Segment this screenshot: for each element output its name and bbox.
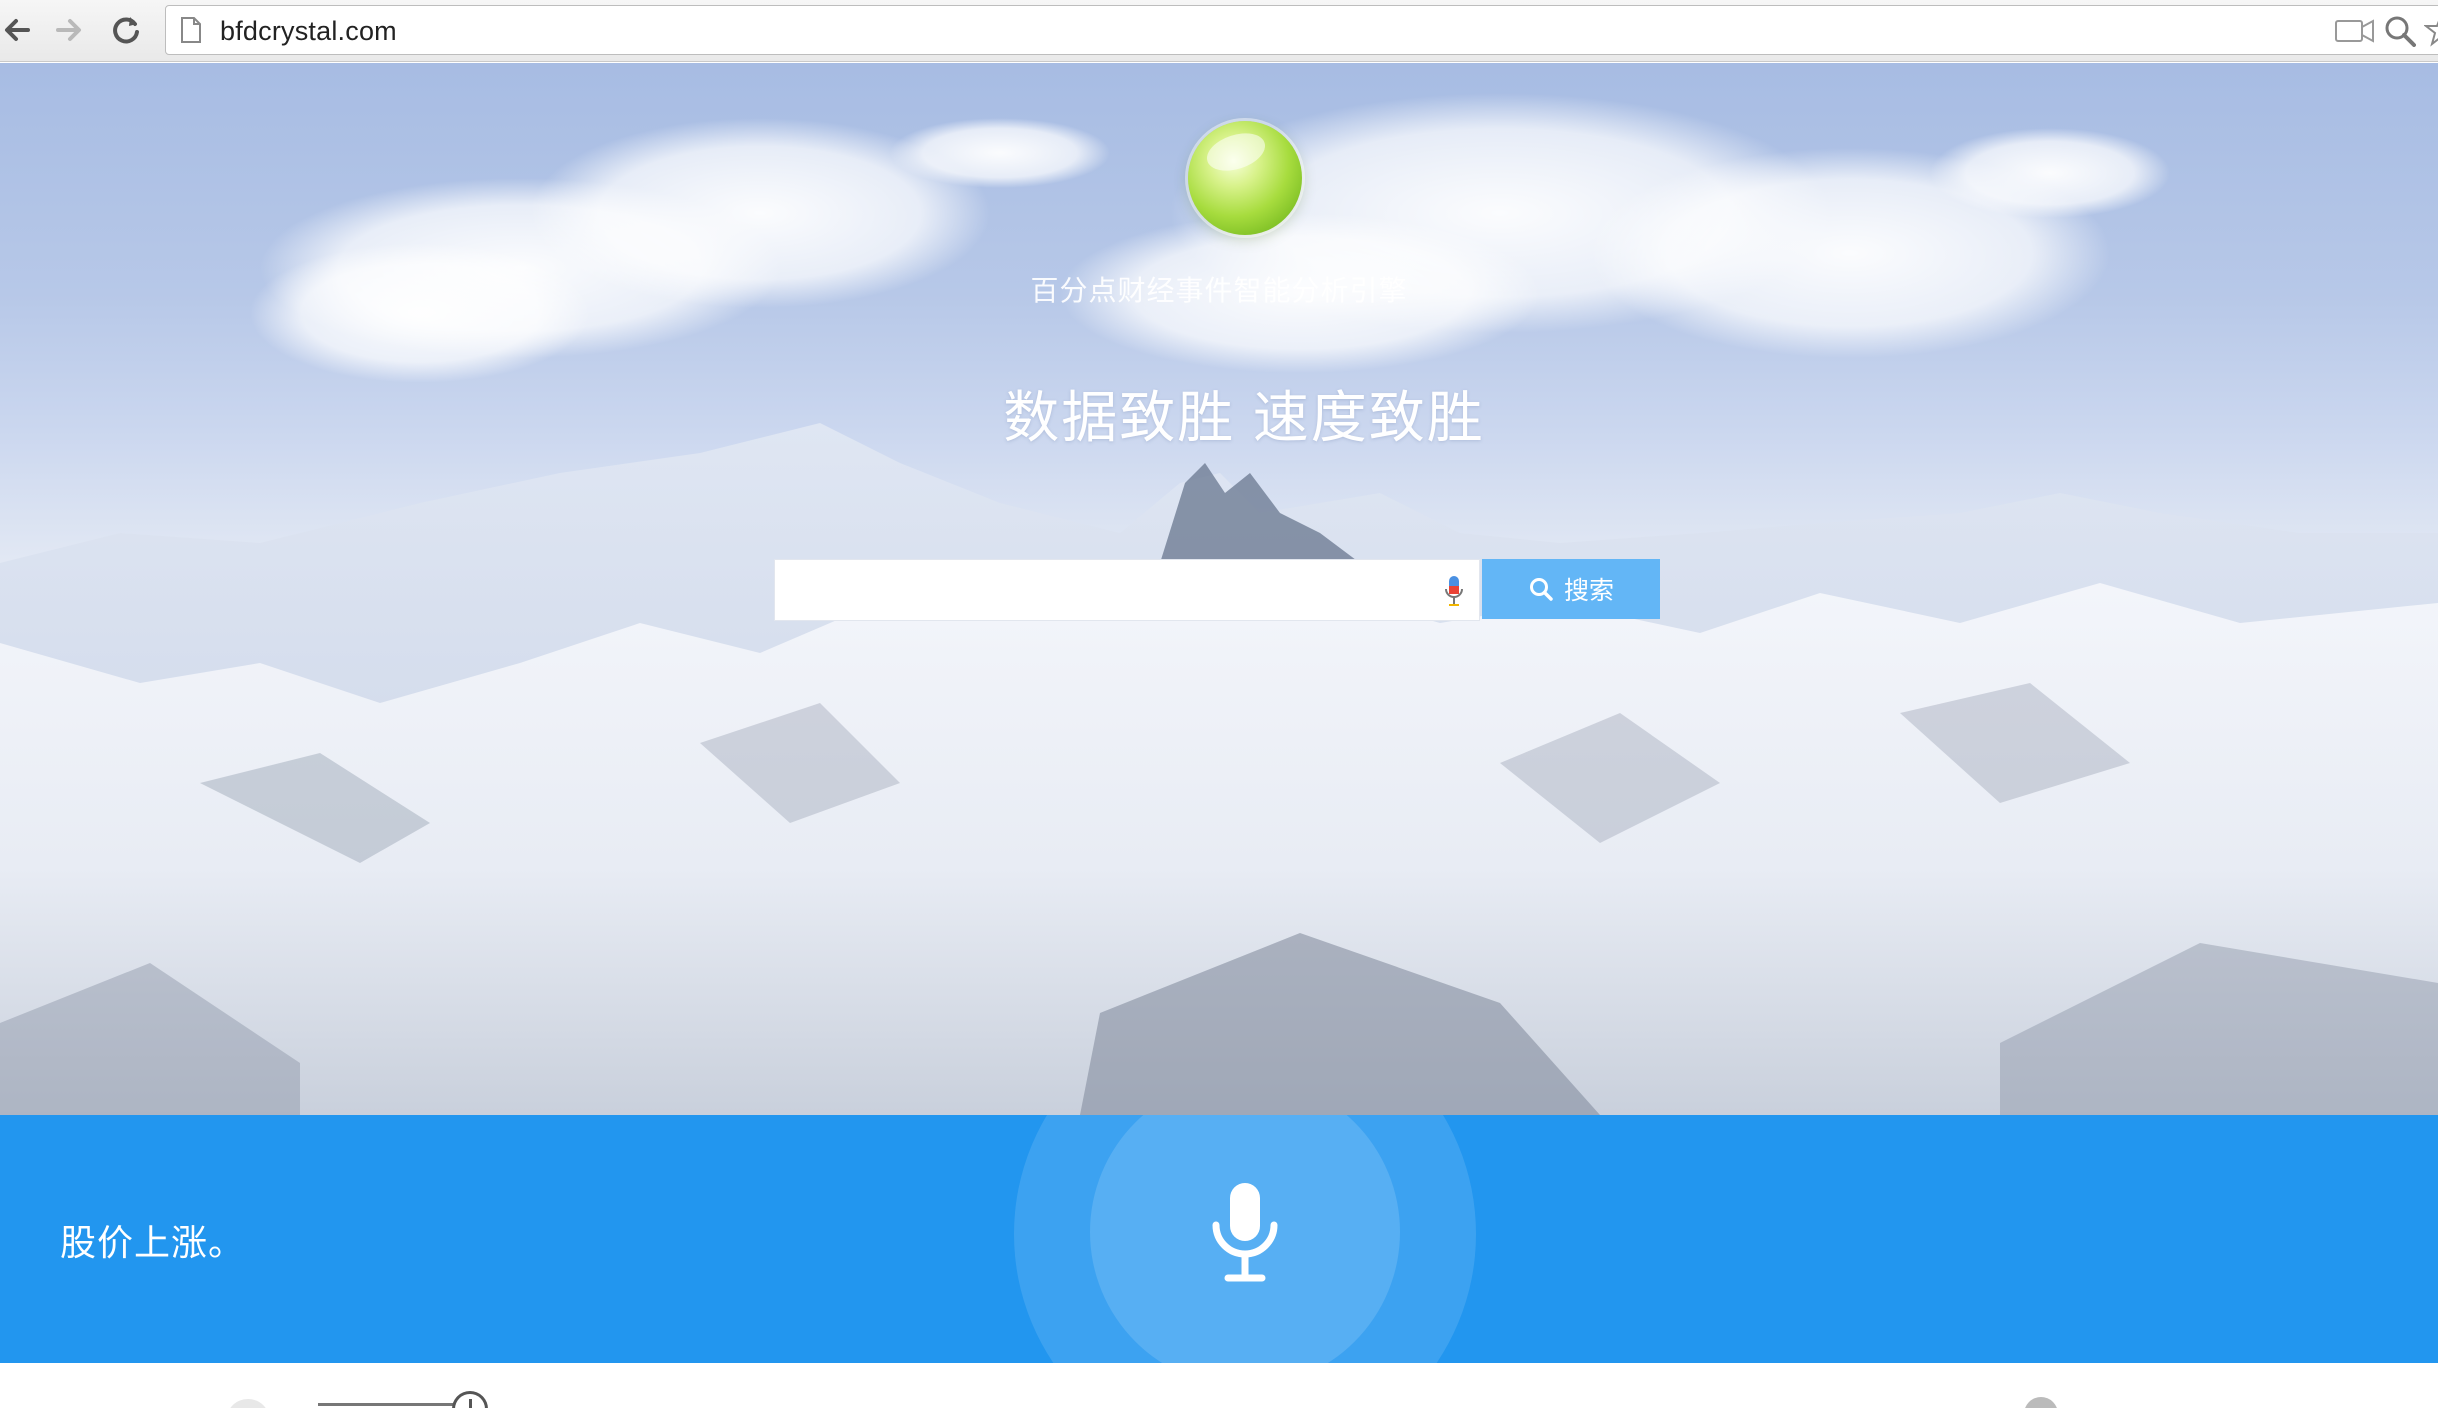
page-icon bbox=[181, 17, 201, 43]
search-button-label: 搜索 bbox=[1563, 577, 1614, 605]
voice-transcript: 股价上涨。 bbox=[60, 1222, 246, 1263]
status-dot bbox=[2024, 1397, 2058, 1408]
reload-icon[interactable] bbox=[108, 12, 144, 48]
green-orb-logo bbox=[1188, 121, 1302, 235]
slider-track[interactable] bbox=[318, 1403, 464, 1406]
slider-handle[interactable] bbox=[226, 1399, 270, 1408]
microphone-icon[interactable] bbox=[1208, 1181, 1282, 1285]
search-button[interactable]: 搜索 bbox=[1482, 559, 1660, 619]
search-icon bbox=[1529, 578, 1553, 601]
zoom-icon[interactable] bbox=[2384, 15, 2416, 47]
voice-input-bar: 股价上涨。 bbox=[0, 1115, 2438, 1363]
address-bar[interactable]: bfdcrystal.com bbox=[165, 5, 2438, 55]
zoom-in-icon[interactable] bbox=[452, 1391, 488, 1408]
microphone-icon[interactable] bbox=[1443, 574, 1465, 608]
back-arrow-icon[interactable] bbox=[0, 12, 36, 48]
hero-section: 百分点财经事件智能分析引擎 数据致胜 速度致胜 搜索 bbox=[0, 63, 2438, 1115]
search-input[interactable] bbox=[775, 560, 1415, 620]
browser-toolbar: bfdcrystal.com bbox=[0, 0, 2438, 62]
camera-icon[interactable] bbox=[2334, 17, 2376, 45]
tagline: 百分点财经事件智能分析引擎 bbox=[1030, 275, 1408, 306]
search-box bbox=[774, 559, 1480, 621]
headline: 数据致胜 速度致胜 bbox=[1003, 386, 1485, 449]
bottom-controls-row bbox=[0, 1363, 2438, 1408]
star-icon[interactable] bbox=[2424, 13, 2438, 47]
url-text[interactable]: bfdcrystal.com bbox=[220, 16, 397, 47]
forward-arrow-icon[interactable] bbox=[50, 12, 86, 48]
